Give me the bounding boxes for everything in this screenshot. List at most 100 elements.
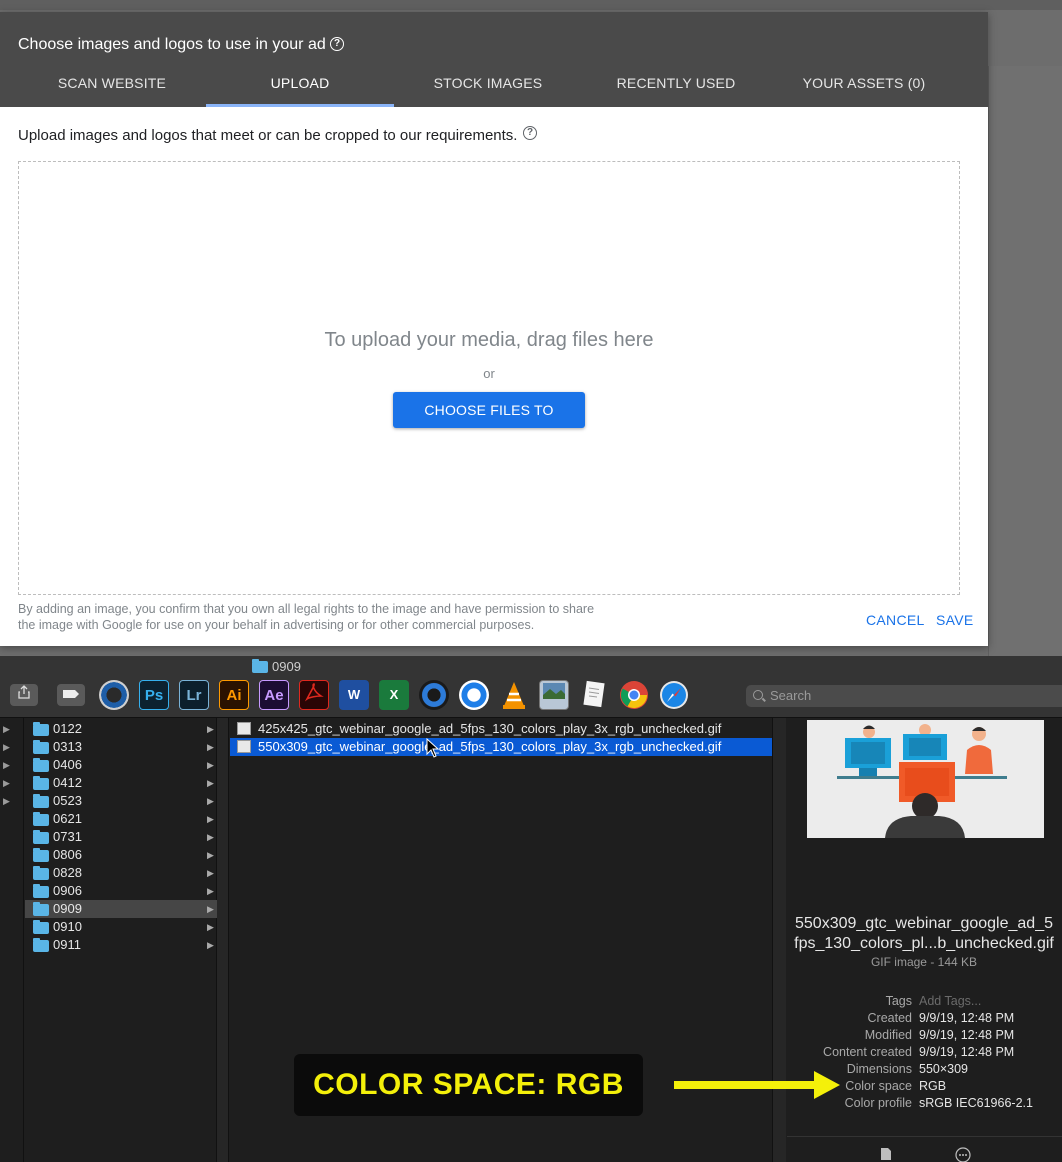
chevron-right-icon[interactable]: ▶ [3, 742, 10, 753]
share-icon[interactable] [10, 684, 38, 706]
folder-icon [33, 740, 49, 754]
more-icon[interactable] [955, 1147, 971, 1162]
folder-row[interactable]: 0412 ▶ [25, 774, 217, 792]
folder-row[interactable]: 0911 ▶ [25, 936, 217, 954]
finder-search-input[interactable]: Search [746, 685, 1062, 707]
parent-column: ▶ ▶ ▶ ▶ ▶ [0, 718, 24, 1162]
chevron-right-icon: ▶ [207, 940, 214, 950]
folder-row[interactable]: 0910 ▶ [25, 918, 217, 936]
chevron-right-icon: ▶ [207, 886, 214, 896]
upload-dropzone[interactable]: To upload your media, drag files here or… [18, 161, 960, 595]
chevron-right-icon[interactable]: ▶ [3, 796, 10, 807]
folder-row[interactable]: 0406 ▶ [25, 756, 217, 774]
gif-file-icon [237, 722, 251, 735]
chevron-right-icon: ▶ [207, 814, 214, 824]
folder-icon [33, 812, 49, 826]
folder-icon [33, 794, 49, 808]
acrobat-icon[interactable] [299, 680, 329, 710]
disclaimer-line-2: the image with Google for use on your be… [18, 617, 535, 632]
chevron-right-icon: ▶ [207, 796, 214, 806]
chevron-right-icon[interactable]: ▶ [3, 724, 10, 735]
excel-icon[interactable]: X [379, 680, 409, 710]
choose-files-button[interactable]: CHOOSE FILES TO UPLOAD [393, 392, 585, 454]
tab-bar: SCAN WEBSITE UPLOAD STOCK IMAGES RECENTL… [18, 68, 958, 107]
dialog-header: Choose images and logos to use in your a… [0, 12, 988, 107]
tab-recently-used[interactable]: RECENTLY USED [582, 68, 770, 107]
folder-icon [33, 722, 49, 736]
illustrator-icon[interactable]: Ai [219, 680, 249, 710]
help-icon[interactable]: ? [330, 37, 344, 51]
chevron-right-icon: ▶ [207, 868, 214, 878]
save-button[interactable]: SAVE [936, 612, 974, 628]
folder-row[interactable]: 0313 ▶ [25, 738, 217, 756]
lightroom-icon[interactable]: Lr [179, 680, 209, 710]
word-icon[interactable]: W [339, 680, 369, 710]
search-icon [753, 690, 763, 700]
preview-filename-line-1: 550x309_gtc_webinar_google_ad_5 [795, 915, 1053, 932]
folder-row[interactable]: 0806 ▶ [25, 846, 217, 864]
folder-column-scrollbar[interactable] [217, 718, 229, 1162]
quicktime-icon[interactable] [419, 680, 449, 710]
safari-icon[interactable] [659, 680, 689, 710]
tab-scan-website[interactable]: SCAN WEBSITE [18, 68, 206, 107]
folder-icon [33, 848, 49, 862]
chevron-right-icon: ▶ [207, 922, 214, 932]
photoshop-icon[interactable]: Ps [139, 680, 169, 710]
annotation-label: COLOR SPACE: RGB [294, 1054, 643, 1116]
page-top-strip [0, 0, 1062, 10]
folder-icon [33, 884, 49, 898]
cinema4d-icon[interactable] [99, 680, 129, 710]
folder-row[interactable]: 0122 ▶ [25, 720, 217, 738]
folder-icon [33, 758, 49, 772]
finder-window-title: 0909 [252, 658, 301, 674]
chevron-right-icon: ▶ [207, 850, 214, 860]
tab-stock-images[interactable]: STOCK IMAGES [394, 68, 582, 107]
screen: Choose images and logos to use in your a… [0, 0, 1062, 1162]
folder-row-selected[interactable]: 0909 ▶ [25, 900, 217, 918]
folder-icon [33, 938, 49, 952]
folder-row[interactable]: 0731 ▶ [25, 828, 217, 846]
meta-row-modified: Modified 9/9/19, 12:48 PM [864, 1028, 1015, 1042]
folder-row[interactable]: 0523 ▶ [25, 792, 217, 810]
chevron-right-icon: ▶ [207, 904, 214, 914]
upload-instructions: Upload images and logos that meet or can… [18, 127, 518, 144]
meta-row-content-created: Content created 9/9/19, 12:48 PM [823, 1045, 1015, 1059]
folder-row[interactable]: 0621 ▶ [25, 810, 217, 828]
folder-icon [33, 920, 49, 934]
vlc-icon[interactable] [499, 680, 529, 710]
preview-actions [787, 1136, 1062, 1162]
aftereffects-icon[interactable]: Ae [259, 680, 289, 710]
folder-row[interactable]: 0828 ▶ [25, 864, 217, 882]
chevron-right-icon: ▶ [207, 760, 214, 770]
document-icon[interactable] [880, 1147, 892, 1161]
gif-thumbnail [807, 720, 1044, 838]
preview-icon[interactable] [539, 680, 569, 710]
requirements-help-icon[interactable]: ? [523, 126, 537, 140]
tag-icon[interactable] [57, 684, 85, 706]
dropzone-heading: To upload your media, drag files here [324, 329, 654, 351]
chrome-icon[interactable] [619, 680, 649, 710]
chevron-right-icon: ▶ [207, 832, 214, 842]
file-row-selected[interactable]: 550x309_gtc_webinar_google_ad_5fps_130_c… [230, 738, 772, 756]
cancel-button[interactable]: CANCEL [866, 612, 925, 628]
add-tags-field[interactable]: Add Tags... [919, 993, 981, 1010]
meta-row-created: Created 9/9/19, 12:48 PM [867, 1011, 1015, 1025]
file-row[interactable]: 425x425_gtc_webinar_google_ad_5fps_130_c… [230, 720, 772, 738]
search-placeholder: Search [770, 688, 812, 703]
gif-file-icon [237, 740, 251, 753]
quicktime-blue-icon[interactable] [459, 680, 489, 710]
preview-filename: 550x309_gtc_webinar_google_ad_5 fps_130_… [793, 914, 1055, 954]
chevron-right-icon[interactable]: ▶ [3, 760, 10, 771]
dropzone-or: or [483, 366, 495, 381]
tab-upload[interactable]: UPLOAD [206, 68, 394, 107]
finder-toolbar: 0909 Ps Lr Ai Ae W X Search [0, 656, 1062, 718]
folder-icon [33, 830, 49, 844]
folder-row[interactable]: 0906 ▶ [25, 882, 217, 900]
folder-icon [33, 902, 49, 916]
folder-column: 0122 ▶ 0313 ▶ 0406 ▶ 0412 ▶ 0523 ▶ 0621 ▶ 0731… [25, 718, 217, 1162]
chevron-right-icon: ▶ [207, 778, 214, 788]
textedit-icon[interactable] [579, 680, 609, 710]
chevron-right-icon[interactable]: ▶ [3, 778, 10, 789]
legal-disclaimer: By adding an image, you confirm that you… [18, 602, 638, 633]
tab-your-assets[interactable]: YOUR ASSETS (0) [770, 68, 958, 107]
